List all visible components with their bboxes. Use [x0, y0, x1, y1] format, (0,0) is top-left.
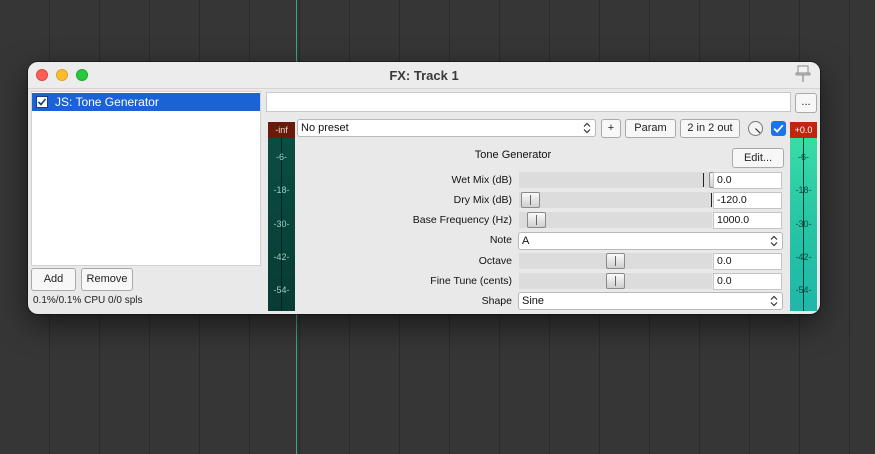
slider-thumb[interactable] — [521, 192, 540, 208]
meter-tick: -18- — [273, 185, 290, 195]
check-icon — [773, 124, 784, 133]
plugin-title: Tone Generator — [474, 149, 552, 161]
meter-tick: -54- — [795, 285, 812, 295]
shape-label: Shape — [481, 295, 512, 307]
note-label: Note — [489, 234, 512, 246]
input-peak-readout[interactable]: -inf — [268, 122, 295, 138]
octave-label: Octave — [478, 255, 512, 267]
output-peak-readout[interactable]: +0.0 — [790, 122, 817, 138]
chevron-updown-icon — [770, 235, 778, 247]
meter-tick: -6- — [798, 152, 809, 162]
edit-plugin-button[interactable]: Edit... — [732, 148, 784, 168]
pin-icon[interactable] — [795, 65, 811, 83]
preset-value: No preset — [301, 122, 349, 134]
window-title: FX: Track 1 — [389, 68, 459, 83]
wet-mix-label: Wet Mix (dB) — [451, 174, 512, 186]
shape-value: Sine — [522, 295, 545, 307]
fx-enabled-checkbox[interactable] — [36, 96, 48, 108]
more-options-button[interactable]: ... — [795, 93, 817, 113]
wet-mix-input[interactable]: 0.0 — [713, 172, 782, 189]
input-meter: -inf -6- -18- -30- -42- -54- — [268, 122, 295, 311]
meter-tick: -18- — [795, 185, 812, 195]
note-dropdown[interactable]: A — [518, 232, 783, 250]
fx-window: FX: Track 1 JS: Tone Generator Add Remov… — [28, 62, 820, 314]
base-frequency-label: Base Frequency (Hz) — [412, 214, 512, 226]
default-marker — [711, 193, 712, 207]
remove-fx-button[interactable]: Remove — [81, 268, 133, 291]
shape-dropdown[interactable]: Sine — [518, 292, 783, 310]
preset-add-button[interactable]: + — [601, 119, 621, 138]
meter-tick: -30- — [795, 219, 812, 229]
meter-tick: -42- — [273, 252, 290, 262]
dry-mix-input[interactable]: -120.0 — [713, 192, 782, 209]
base-frequency-slider[interactable] — [519, 212, 712, 228]
base-frequency-input[interactable]: 1000.0 — [713, 212, 782, 229]
fx-bypass-checkbox[interactable] — [771, 121, 786, 136]
fx-item-label: JS: Tone Generator — [55, 95, 159, 109]
octave-input[interactable]: 0.0 — [713, 253, 782, 270]
fine-tune-input[interactable]: 0.0 — [713, 273, 782, 290]
fine-tune-slider[interactable] — [519, 273, 712, 289]
dry-mix-label: Dry Mix (dB) — [453, 194, 512, 206]
octave-slider[interactable] — [519, 253, 712, 269]
slider-thumb[interactable] — [606, 253, 625, 269]
fx-list-item[interactable]: JS: Tone Generator — [32, 93, 260, 111]
param-button[interactable]: Param — [625, 119, 676, 138]
dry-mix-slider[interactable] — [519, 192, 712, 208]
chevron-updown-icon — [583, 122, 591, 134]
fx-chain-list[interactable]: JS: Tone Generator — [31, 91, 261, 266]
wet-mix-slider[interactable] — [519, 172, 728, 188]
io-routing-button[interactable]: 2 in 2 out — [680, 119, 740, 138]
slider-thumb[interactable] — [606, 273, 625, 289]
note-value: A — [522, 235, 530, 247]
meter-tick: -54- — [273, 285, 290, 295]
default-marker — [703, 173, 704, 187]
output-meter: +0.0 -6- -18- -30- -42- -54- — [790, 122, 817, 311]
title-bar[interactable]: FX: Track 1 — [28, 62, 820, 89]
chevron-updown-icon — [770, 295, 778, 307]
meter-tick: -30- — [273, 219, 290, 229]
check-icon — [37, 98, 47, 106]
add-fx-button[interactable]: Add — [31, 268, 76, 291]
meter-tick: -6- — [276, 152, 287, 162]
slider-thumb[interactable] — [527, 212, 546, 228]
preset-dropdown[interactable]: No preset — [297, 119, 596, 137]
fx-name-field[interactable] — [266, 92, 791, 112]
cpu-status: 0.1%/0.1% CPU 0/0 spls — [33, 295, 143, 306]
meter-tick: -42- — [795, 252, 812, 262]
fine-tune-label: Fine Tune (cents) — [430, 275, 512, 287]
wet-knob-icon[interactable] — [747, 120, 764, 137]
